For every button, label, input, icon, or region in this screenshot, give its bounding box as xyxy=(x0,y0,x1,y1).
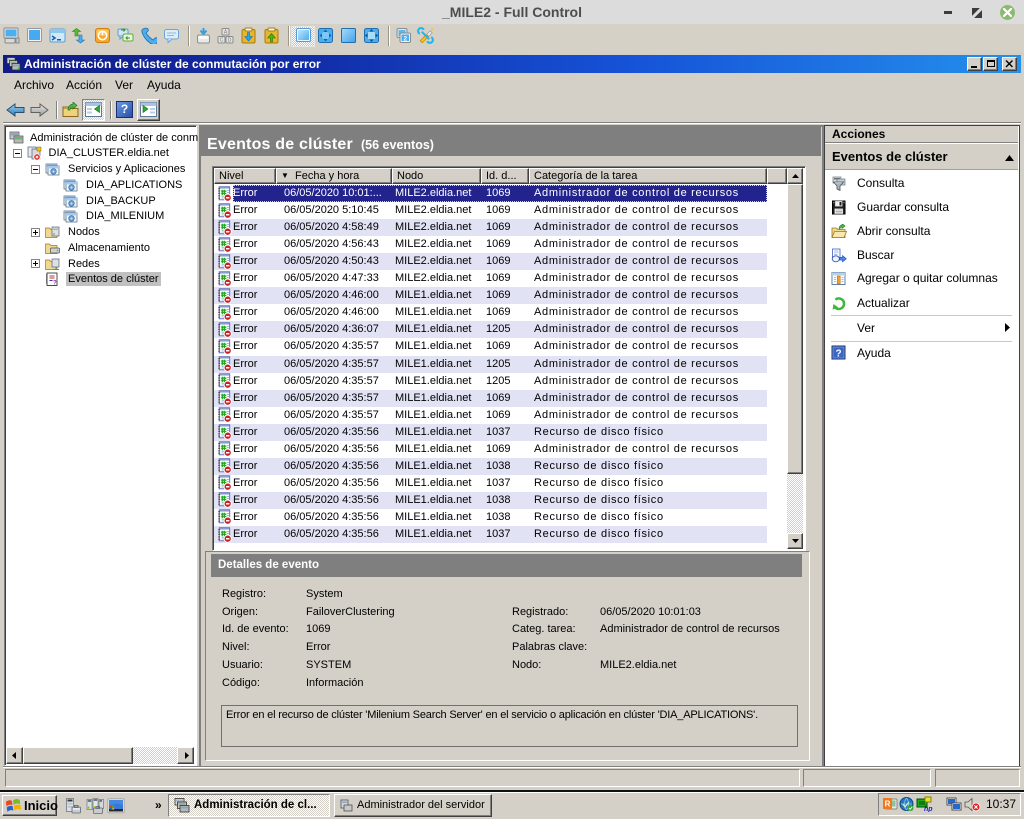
svg-text:hp: hp xyxy=(924,806,933,812)
svg-text:?: ? xyxy=(53,281,57,287)
svg-text:R: R xyxy=(885,800,891,809)
svg-text:?: ? xyxy=(835,349,841,360)
svg-text:C: C xyxy=(219,38,223,44)
svg-text:2: 2 xyxy=(403,36,407,43)
svg-text:D: D xyxy=(227,38,231,44)
